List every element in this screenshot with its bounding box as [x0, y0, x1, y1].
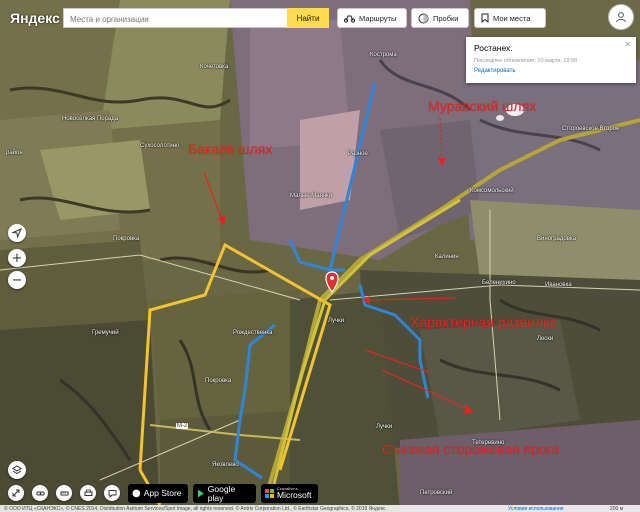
place-label: Кострома [370, 52, 397, 58]
yandex-logo[interactable]: Яндекс [10, 10, 60, 26]
my-places-label: Мои места [493, 13, 531, 23]
annotation-razvilka: Характерная развилка [410, 314, 558, 330]
place-label: Калинин [435, 254, 459, 260]
feedback-button[interactable] [104, 485, 120, 501]
place-label: Покровка [205, 378, 232, 384]
my-location-button[interactable] [8, 224, 26, 242]
place-label: Покровка [113, 236, 140, 242]
expand-icon [12, 489, 20, 497]
traffic-label: Пробки [433, 13, 459, 23]
ruler-button[interactable] [56, 485, 72, 501]
search-button[interactable]: Найти [287, 8, 329, 28]
place-label: Сухосолотино [140, 143, 180, 149]
google-play-icon [197, 489, 204, 498]
road-number-label: М-2 [176, 423, 189, 429]
place-label: Лески [537, 336, 554, 342]
attribution-bar: © ООО ИТЦ «СКАНЭКС», © CNES 2014, Distri… [0, 505, 640, 512]
routes-label: Маршруты [359, 13, 397, 23]
place-label: Беленихино [482, 280, 516, 286]
routes-icon [344, 15, 355, 23]
apple-icon: ● [132, 488, 141, 499]
search-box[interactable] [63, 8, 287, 29]
layers-icon [12, 465, 22, 475]
app-store-badge[interactable]: ● App Store [128, 484, 188, 503]
google-play-badge[interactable]: Google play [193, 484, 256, 503]
ruler-icon [60, 491, 68, 495]
place-label: Рождественка [233, 330, 273, 336]
place-label: Лучки [328, 318, 345, 324]
place-label: Разное [348, 151, 368, 157]
share-link-button[interactable] [32, 485, 48, 501]
google-play-text: Google play [207, 484, 236, 503]
place-label: Новосёлкая Порада [62, 116, 119, 122]
routes-button[interactable]: Маршруты [337, 8, 407, 28]
traffic-icon [418, 13, 429, 23]
annotation-bakaev: Бакаев шлях [188, 141, 273, 157]
search-input[interactable] [64, 10, 287, 29]
layers-button[interactable] [8, 461, 26, 479]
traffic-button[interactable]: Пробки [411, 8, 469, 28]
zoom-out-button[interactable]: − [8, 271, 26, 289]
close-icon[interactable]: ✕ [624, 40, 631, 49]
user-profile-button[interactable] [608, 4, 634, 30]
place-label: Кочетовка [200, 64, 229, 70]
annotation-muravsky: Муравский шлях [428, 98, 537, 114]
place-label: Лучки [376, 424, 393, 430]
place-label: Комсомольский [470, 188, 514, 194]
bookmark-icon [481, 13, 489, 23]
scale-label: 200 м [610, 506, 624, 512]
annotation-storozhevaya: Съезжая сторожевая ярога [382, 441, 560, 457]
print-button[interactable] [80, 485, 96, 501]
fullscreen-button[interactable] [8, 485, 24, 501]
my-places-button[interactable]: Мои места [474, 8, 546, 28]
attribution-text: © ООО ИТЦ «СКАНЭКС», © CNES 2014, Distri… [4, 506, 386, 512]
place-label: Петровский [420, 490, 453, 496]
link-icon [35, 491, 45, 495]
user-icon [616, 12, 626, 23]
place-label: Виноградовка [537, 236, 576, 242]
microsoft-text: Microsoft [277, 490, 312, 501]
place-label: Ивановка [545, 282, 572, 288]
print-icon [84, 489, 92, 496]
popup-updated: Последнее обновление: 10 марта, 19:58 [474, 58, 578, 64]
microsoft-store-badge[interactable]: Скачайте в Microsoft [261, 484, 318, 503]
location-arrow-icon [12, 228, 22, 238]
popup-edit-link[interactable]: Редактировать [474, 68, 628, 74]
popup-title: Ростанех. [474, 43, 513, 53]
place-label: Гремучий [92, 330, 119, 336]
windows-icon [265, 489, 274, 498]
terms-link[interactable]: Условия использования [508, 506, 564, 512]
place-label: Стороевское Второе [562, 126, 620, 132]
feedback-icon [108, 489, 116, 498]
place-label: Яковлево [212, 462, 239, 468]
place-label: район [6, 150, 23, 156]
app-store-text: App Store [143, 488, 182, 499]
place-popup: Ростанех. Последнее обновление: 10 марта… [466, 37, 636, 83]
zoom-in-button[interactable]: + [8, 249, 26, 267]
place-label: Малые Маячки [290, 193, 332, 199]
